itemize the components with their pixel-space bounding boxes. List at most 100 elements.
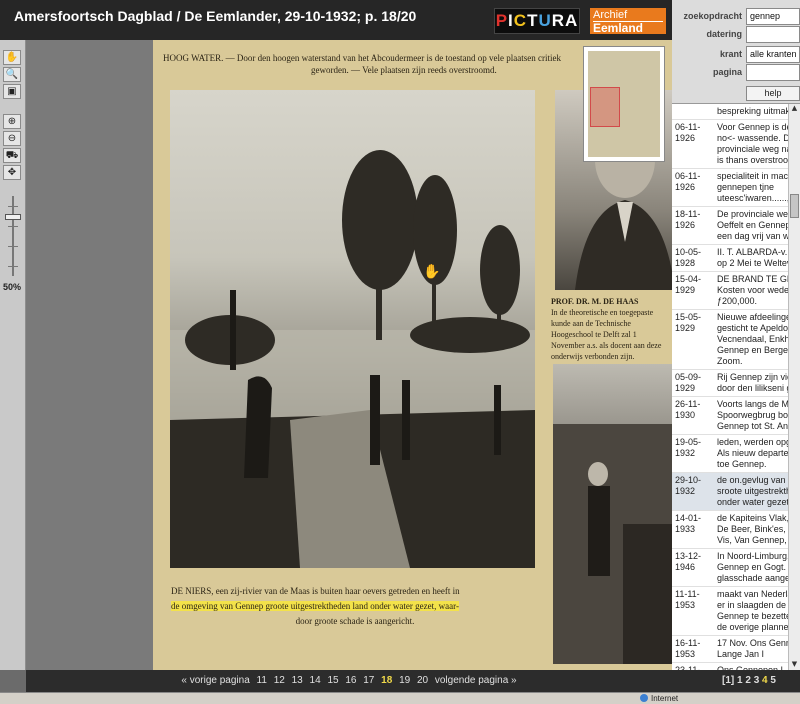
snippet-line: gennepen tjne [717, 182, 775, 192]
zoom-slider[interactable] [5, 196, 21, 276]
page-link[interactable]: 20 [417, 675, 428, 686]
datering-label: datering [706, 29, 742, 39]
archief-logo-line1: Archief [593, 9, 628, 21]
result-row[interactable]: 10-05-1928 II. T. ALBARDA-v. GE op 2 Mei t… [672, 245, 800, 272]
snippet-line: Vis, Van Gennep, en [717, 535, 800, 545]
results-page-link[interactable]: 3 [754, 675, 760, 686]
snippet-line: de on.gevlug van Ger [717, 475, 800, 485]
logo-letter: P [495, 11, 509, 30]
app-window: Amersfoortsch Dagblad / De Eemlander, 29… [0, 0, 800, 704]
result-row[interactable]: 15-05-1929 Nieuwe afdeelingen z gesticht t… [672, 310, 800, 370]
result-row[interactable]: 23-11-1953Ons Gennepen I—LJan 6—0 [672, 663, 800, 670]
results-current-page[interactable]: 4 [762, 675, 768, 686]
header-bar: Amersfoortsch Dagblad / De Eemlander, 29… [0, 0, 672, 40]
result-row[interactable]: 06-11-1926 specialiteit in machin gennepen… [672, 169, 800, 207]
page-title: Amersfoortsch Dagblad / De Eemlander, 29… [14, 8, 417, 24]
result-date: 13-12-1946 [675, 551, 702, 572]
snippet-line: Zoom. [717, 356, 743, 366]
zoekopdracht-input[interactable]: gennep [746, 8, 800, 25]
pictura-logo[interactable]: P I C T U R A [494, 8, 580, 34]
result-date: 05-09-1929 [675, 372, 702, 393]
magnifier-icon[interactable]: 🔍 [3, 67, 21, 82]
page-link[interactable]: 11 [257, 675, 267, 686]
krant-select[interactable]: alle kranten [746, 46, 800, 63]
result-row[interactable]: 13-12-1946 In Noord-Limburg, tus Gennep en… [672, 549, 800, 587]
page-link[interactable]: 16 [345, 675, 356, 686]
result-row[interactable]: 16-11-1953 17 Nov. Ons Gennep Lange Jan I [672, 636, 800, 663]
prof-body: In de theoretische en toegepaste kunde a… [551, 308, 662, 361]
result-date: 06-11-1926 [675, 122, 701, 143]
scrollbar-thumb[interactable] [790, 194, 799, 218]
result-row[interactable]: 05-09-1929 Rij Gennep zijn vier door den l… [672, 370, 800, 397]
headline-line1: HOOG WATER. — Door den hoogen waterstand… [163, 53, 561, 63]
results-scrollbar[interactable]: ▲ ▼ [788, 104, 800, 670]
zoom-slider-thumb[interactable] [5, 214, 21, 220]
snippet-line: no<- wassende. De [717, 133, 795, 143]
search-row-datering: datering [672, 26, 800, 44]
result-row[interactable]: 15-04-1929 DE BRAND TE GENN Kosten voor we… [672, 272, 800, 310]
snippet-line: er in slaagden de bru [717, 600, 800, 610]
security-zone: Internet [640, 694, 678, 703]
help-button[interactable]: help [746, 86, 800, 101]
result-date: 23-11-1953 [675, 665, 701, 670]
result-date: 19-05-1932 [675, 437, 702, 458]
logo-letter: C [513, 11, 528, 30]
results-pager: [1] 1 2 3 4 5 [672, 670, 800, 692]
search-row-zoekopdracht: zoekopdracht gennep [672, 8, 800, 26]
datering-input[interactable] [746, 26, 800, 43]
save-icon[interactable]: ▣ [3, 84, 21, 99]
next-page-link[interactable]: volgende pagina » [435, 675, 517, 686]
snippet-line: In Noord-Limburg, tus [717, 551, 800, 561]
result-row[interactable]: bespreking uitmaken [672, 104, 800, 120]
snippet-line: Voorts langs de Maa [717, 399, 800, 409]
page-link[interactable]: 12 [274, 675, 285, 686]
snippet-line: De provinciale weg tu [717, 209, 800, 219]
move-icon[interactable]: ✥ [3, 165, 21, 180]
result-date: 11-11-1953 [675, 589, 700, 610]
scroll-down-arrow-icon[interactable]: ▼ [790, 660, 799, 670]
archief-eemland-logo[interactable]: Archief Eemland [590, 8, 666, 34]
result-row[interactable]: 26-11-1930 Voorts langs de Maa Spoorwegbru… [672, 397, 800, 435]
scroll-up-arrow-icon[interactable]: ▲ [790, 104, 799, 114]
result-row[interactable]: 06-11-1926 Voor Gennep is de Nno<- wassen… [672, 120, 800, 169]
thumbnail-viewport-box[interactable] [590, 87, 620, 127]
zoom-in-icon[interactable]: ⊕ [3, 114, 21, 129]
snippet-line: is thans overstroomd [717, 155, 800, 165]
snippet-line: Gennep tot St. Andri [717, 421, 799, 431]
zone-label: Internet [651, 694, 679, 703]
pan-hand-icon[interactable]: ✋ [3, 50, 21, 65]
snippet-line: Oeffelt en Gennep is [717, 220, 800, 230]
page-thumbnail-navigator[interactable] [583, 46, 665, 162]
snippet-line: Gennep en Bergen o [717, 345, 800, 355]
zoom-out-icon[interactable]: ⊖ [3, 131, 21, 146]
newspaper-viewer[interactable]: HOOG WATER. — Door den hoogen waterstand… [26, 40, 672, 670]
result-row[interactable]: 18-11-1926 De provinciale weg tu Oeffelt e… [672, 207, 800, 245]
page-link[interactable]: 19 [399, 675, 410, 686]
headline-line2: geworden. — Vele plaatsen zijn reeds ove… [311, 65, 497, 75]
snippet-line: Spoorwegbrug boven [717, 410, 800, 420]
prev-page-link[interactable]: « vorige pagina [181, 675, 249, 686]
result-date: 06-11-1926 [675, 171, 701, 192]
caption-line1: DE NIERS, een zij-rivier van de Maas is … [171, 586, 460, 596]
page-link[interactable]: 14 [310, 675, 321, 686]
results-page-link[interactable]: 2 [745, 675, 751, 686]
zoom-tick [8, 246, 18, 247]
result-row[interactable]: 19-05-1932 leden, werden opgehe Als nieuw … [672, 435, 800, 473]
result-row[interactable]: 14-01-1933 de Kapiteins Vlak, De De Beer, … [672, 511, 800, 549]
page-link[interactable]: 13 [292, 675, 303, 686]
page-link[interactable]: 17 [363, 675, 374, 686]
pagina-input[interactable] [746, 64, 800, 81]
result-row[interactable]: 11-11-1953 maakt van Nederland er in slaag… [672, 587, 800, 636]
article-headline: HOOG WATER. — Door den hoogen waterstand… [163, 52, 583, 76]
results-page-link[interactable]: [1] [722, 675, 734, 686]
result-date: 29-10-1932 [675, 475, 702, 496]
page-link[interactable]: 15 [327, 675, 338, 686]
caption-highlighted-line: de omgeving van Gennep groote uitgestrek… [171, 601, 459, 611]
snippet-line: onder water gezet, w [717, 497, 800, 507]
cart-icon[interactable]: ⛟ [3, 148, 21, 163]
results-page-link[interactable]: 1 [737, 675, 743, 686]
current-page-link[interactable]: 18 [381, 675, 392, 686]
result-row[interactable]: 29-10-1932 de on.gevlug van Ger sroote uit… [672, 473, 800, 511]
results-page-link[interactable]: 5 [770, 675, 776, 686]
flood-photo [170, 90, 535, 568]
